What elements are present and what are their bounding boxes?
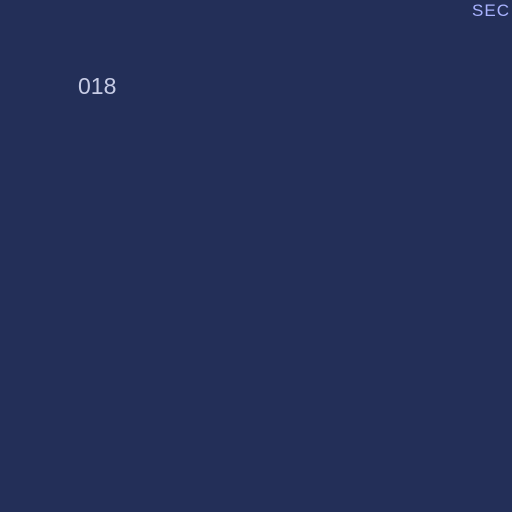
number-readout: 018: [78, 73, 117, 99]
corner-label: SEC: [472, 1, 510, 20]
main-screen: SEC 018: [0, 0, 512, 512]
